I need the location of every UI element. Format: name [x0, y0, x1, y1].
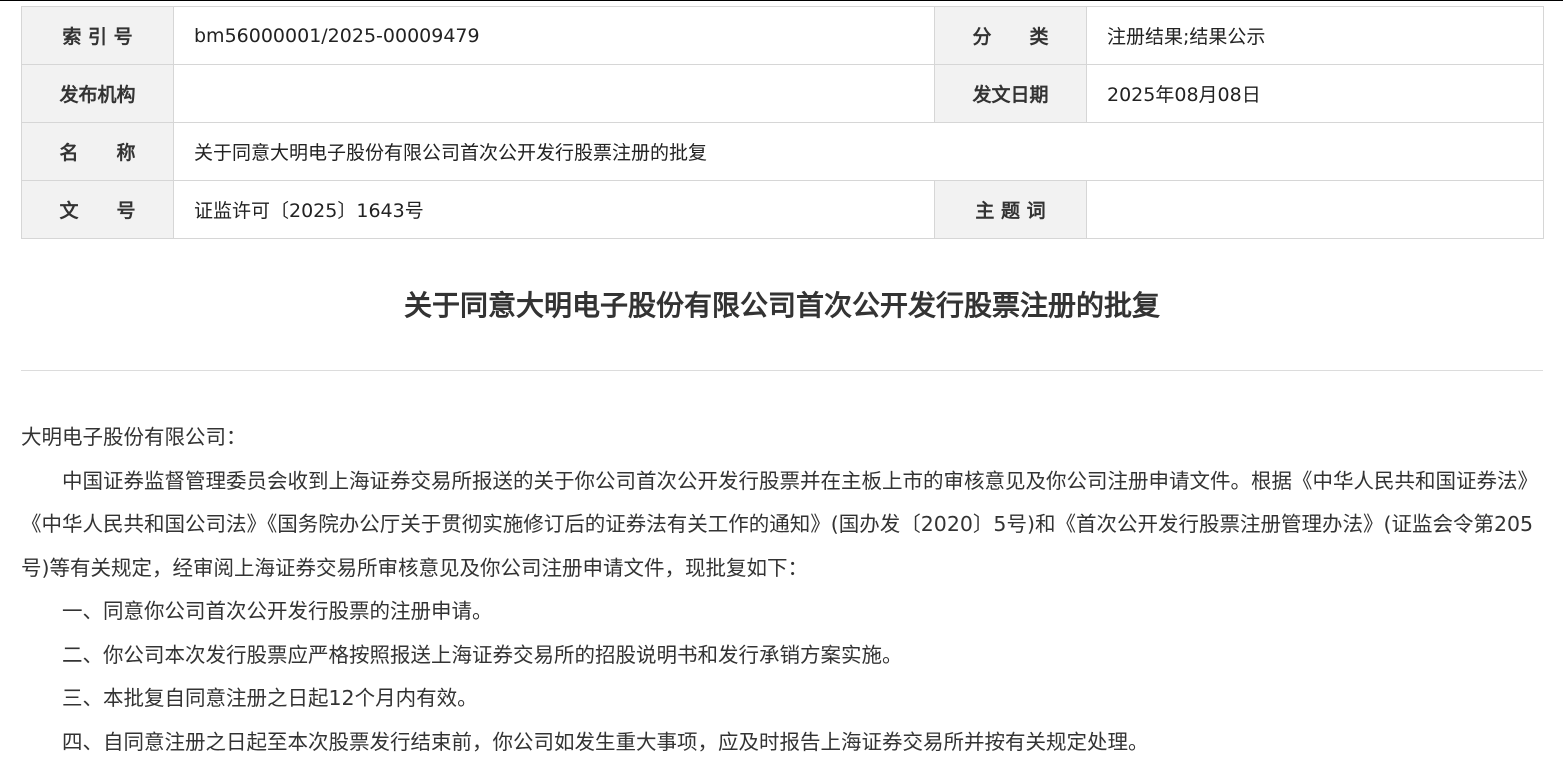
approval-item: 四、自同意注册之日起至本次股票发行结束前，你公司如发生重大事项，应及时报告上海证… — [62, 729, 1149, 754]
issuer-value — [173, 64, 935, 123]
metadata-row-name: 名 称 关于同意大明电子股份有限公司首次公开发行股票注册的批复 — [21, 122, 1544, 181]
document-body: 大明电子股份有限公司： 中国证券监督管理委员会收到上海证券交易所报送的关于你公司… — [21, 416, 1543, 764]
date-label: 发文日期 — [934, 64, 1087, 123]
name-label: 名 称 — [21, 122, 174, 181]
category-label: 分 类 — [934, 6, 1087, 65]
top-divider — [0, 0, 1563, 1]
metadata-table: 索 引 号 bm56000001/2025-00009479 分 类 注册结果;… — [21, 6, 1544, 239]
metadata-row-index: 索 引 号 bm56000001/2025-00009479 分 类 注册结果;… — [21, 6, 1544, 65]
intro-paragraph: 中国证券监督管理委员会收到上海证券交易所报送的关于你公司首次公开发行股票并在主板… — [21, 468, 1538, 580]
salutation: 大明电子股份有限公司： — [21, 425, 247, 449]
metadata-row-issuer: 发布机构 发文日期 2025年08月08日 — [21, 64, 1544, 123]
keywords-label: 主 题 词 — [934, 180, 1087, 239]
name-value: 关于同意大明电子股份有限公司首次公开发行股票注册的批复 — [173, 122, 1544, 181]
metadata-row-docno: 文 号 证监许可〔2025〕1643号 主 题 词 — [21, 180, 1544, 239]
date-value: 2025年08月08日 — [1086, 64, 1544, 123]
category-value: 注册结果;结果公示 — [1086, 6, 1544, 65]
document-title: 关于同意大明电子股份有限公司首次公开发行股票注册的批复 — [403, 289, 1160, 322]
docno-value: 证监许可〔2025〕1643号 — [173, 180, 935, 239]
index-value: bm56000001/2025-00009479 — [173, 6, 935, 65]
approval-item: 二、你公司本次发行股票应严格按照报送上海证券交易所的招股说明书和发行承销方案实施… — [62, 642, 903, 667]
keywords-value — [1086, 180, 1544, 239]
issuer-label: 发布机构 — [21, 64, 174, 123]
docno-label: 文 号 — [21, 180, 174, 239]
approval-item: 三、本批复自同意注册之日起12个月内有效。 — [62, 686, 478, 710]
index-label: 索 引 号 — [21, 6, 174, 65]
title-divider — [21, 370, 1543, 371]
approval-item: 一、同意你公司首次公开发行股票的注册申请。 — [62, 599, 493, 623]
